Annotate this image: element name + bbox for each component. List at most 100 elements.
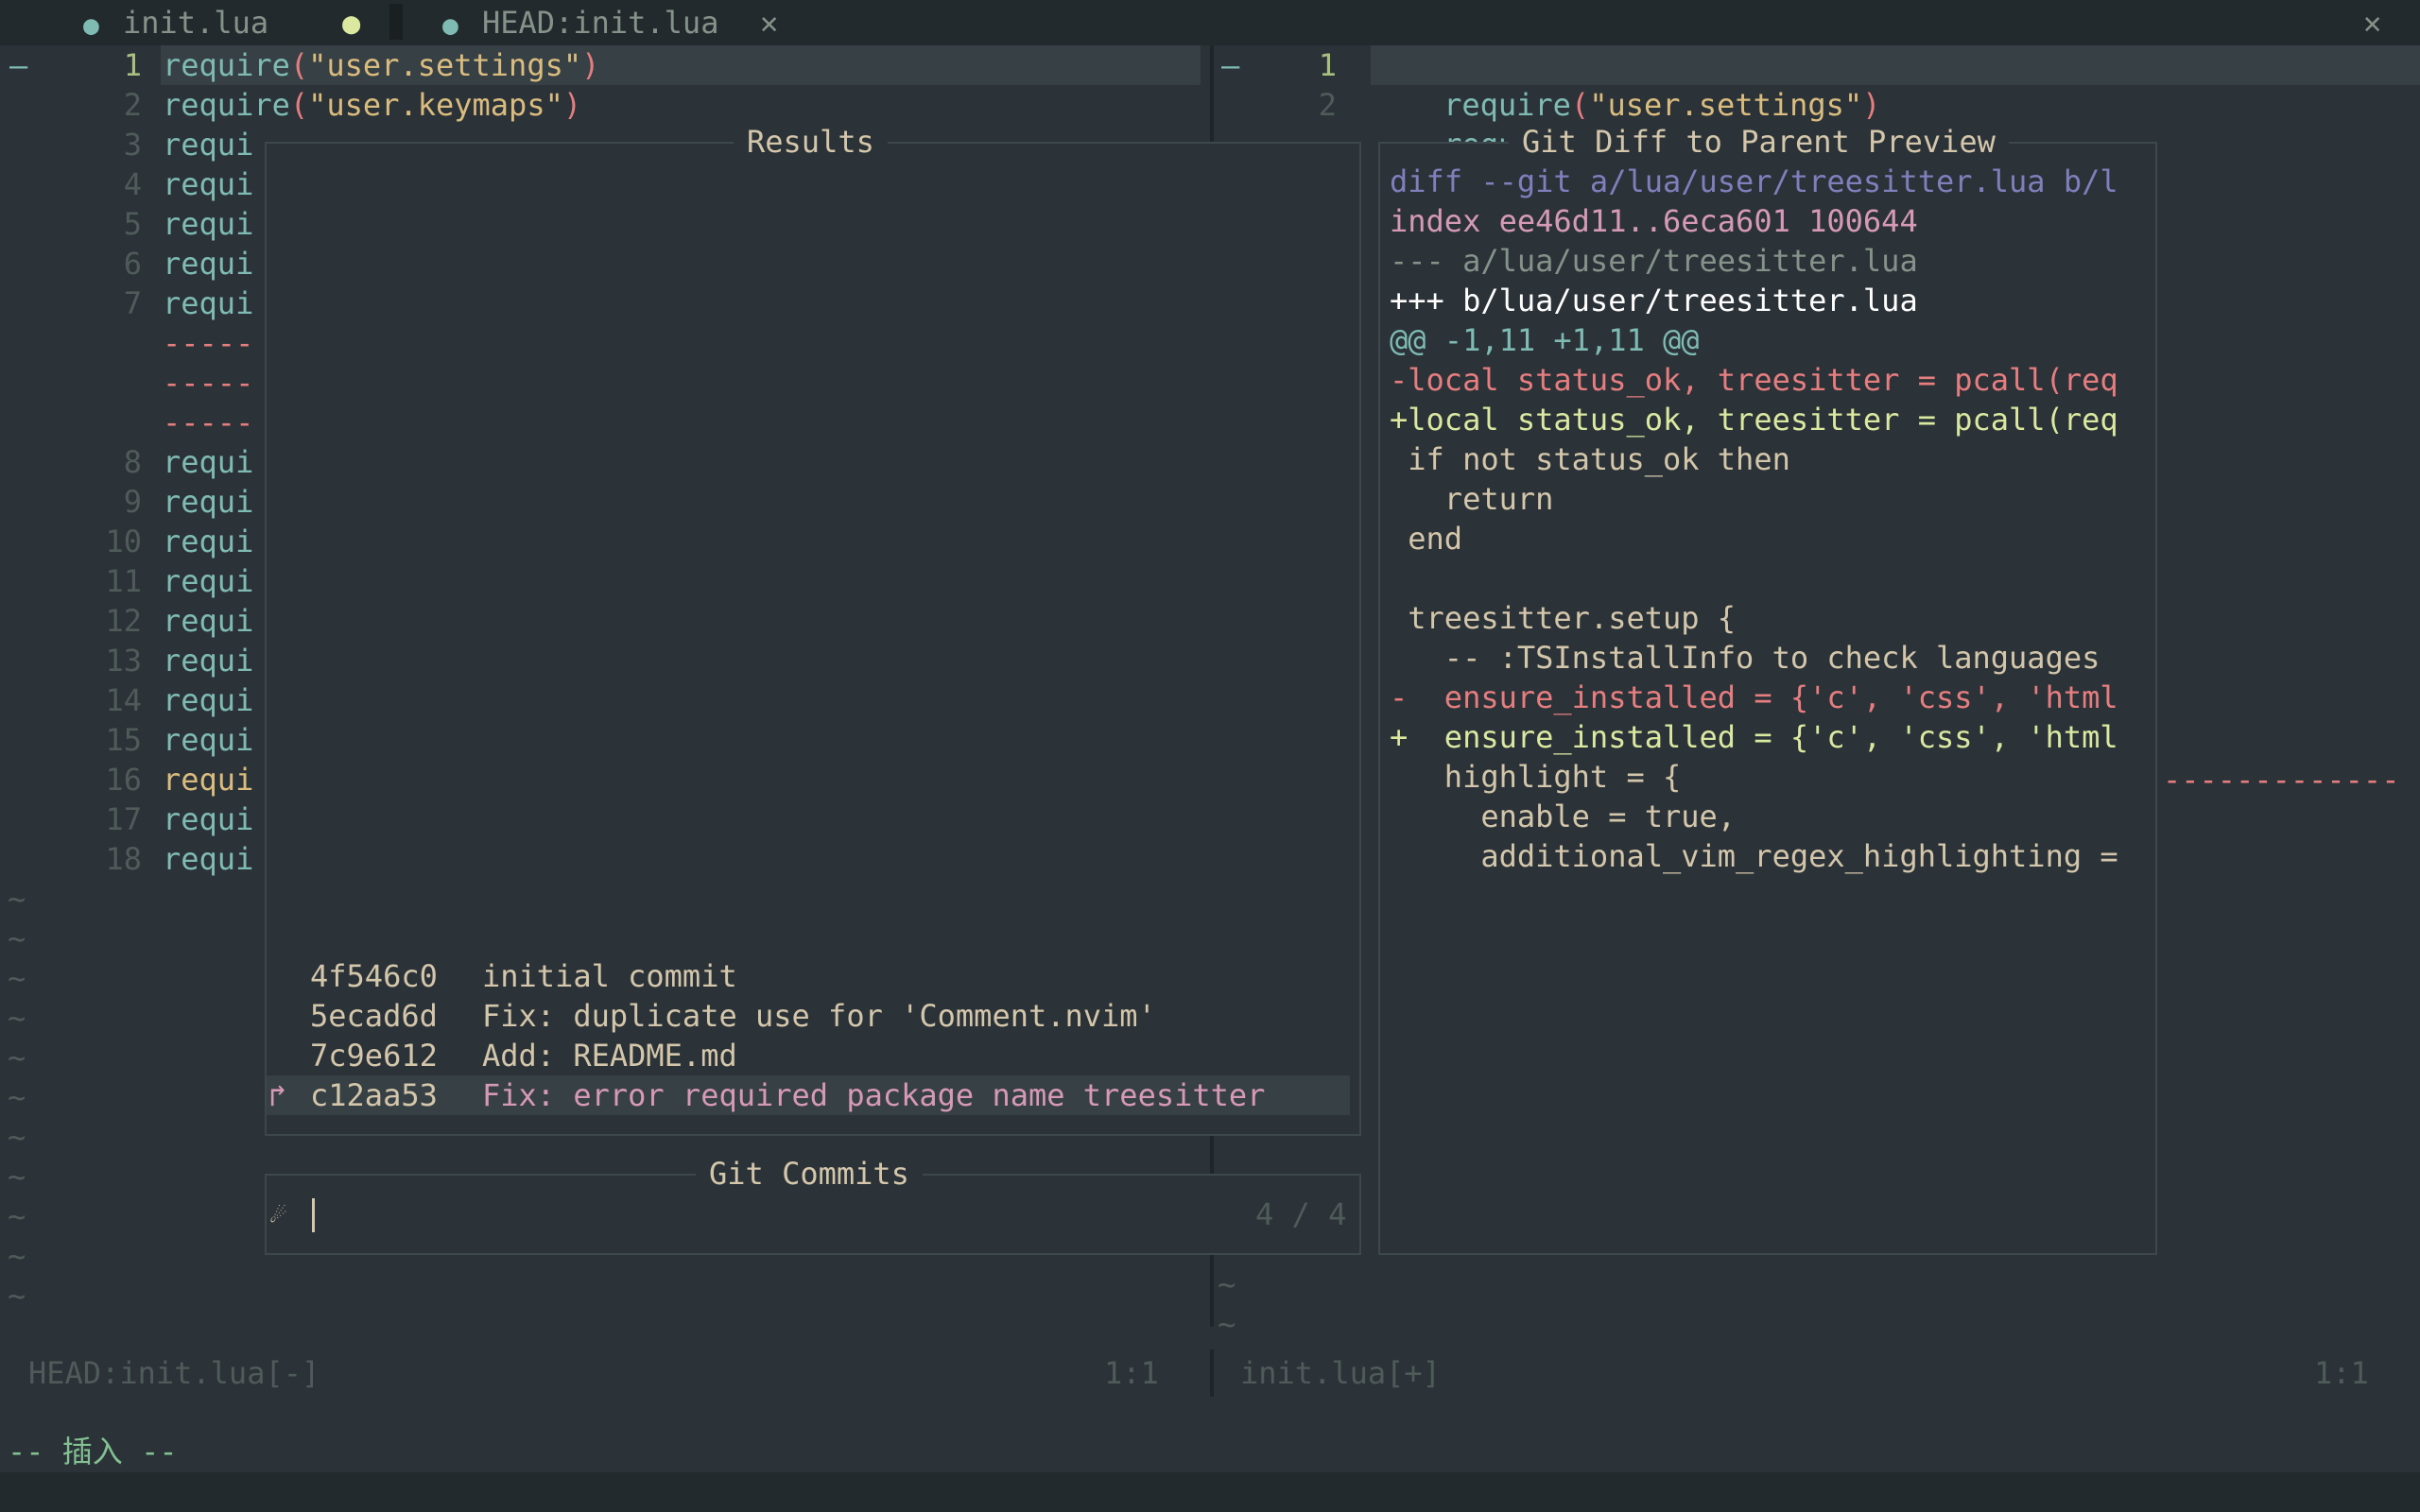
commit-hash: 4f546c0 bbox=[310, 958, 438, 994]
prompt-title: Git Commits bbox=[696, 1154, 923, 1194]
code-line: requi bbox=[163, 206, 254, 242]
line-number: 13 bbox=[105, 643, 142, 679]
diff-line: +local status_ok, treesitter = pcall(req bbox=[1390, 402, 2118, 438]
filler-line: ----- bbox=[163, 325, 254, 361]
filler-line: ----- bbox=[163, 365, 254, 401]
close-icon[interactable]: ✕ bbox=[760, 4, 778, 42]
left-statusline: HEAD:init.lua[-] 1:1 bbox=[0, 1349, 1210, 1397]
diff-line: enable = true, bbox=[1390, 799, 1737, 834]
line-number: 11 bbox=[105, 563, 142, 599]
diff-line: additional_vim_regex_highlighting = bbox=[1390, 838, 2118, 874]
code-line: requi bbox=[163, 801, 254, 837]
code-line: requi bbox=[163, 524, 254, 559]
line-number: 12 bbox=[105, 603, 142, 639]
commit-message: Add: README.md bbox=[482, 1038, 737, 1074]
eob-tilde: ~ bbox=[8, 1119, 26, 1155]
code-line: requi bbox=[163, 444, 254, 480]
statusline-position: 1:1 bbox=[2314, 1355, 2369, 1391]
line-number: 4 bbox=[123, 166, 142, 202]
results-title: Results bbox=[734, 122, 888, 162]
selection-caret-icon: ↱ bbox=[268, 1077, 287, 1113]
lua-icon: ● bbox=[83, 9, 99, 41]
commit-row[interactable]: 5ecad6d Fix: duplicate use for 'Comment.n… bbox=[267, 996, 1350, 1036]
line-number: 14 bbox=[105, 682, 142, 718]
eob-tilde: ~ bbox=[1218, 1306, 1236, 1342]
statusline-filename: init.lua[+] bbox=[1240, 1355, 1441, 1391]
search-input[interactable] bbox=[308, 1194, 1216, 1234]
statusline-filename: HEAD:init.lua[-] bbox=[28, 1355, 320, 1391]
diff-line: --- a/lua/user/treesitter.lua bbox=[1390, 243, 1918, 279]
code-line: requi bbox=[163, 682, 254, 718]
commit-hash: c12aa53 bbox=[310, 1077, 438, 1113]
code-line: require("user.settings") bbox=[163, 47, 600, 83]
bottom-bar bbox=[0, 1472, 2420, 1512]
eob-tilde: ~ bbox=[8, 881, 26, 917]
line-number: 6 bbox=[123, 246, 142, 282]
commit-row[interactable]: 7c9e612 Add: README.md bbox=[267, 1036, 1350, 1075]
diff-line: + ensure_installed = {'c', 'css', 'html bbox=[1390, 719, 2118, 755]
eob-tilde: ~ bbox=[8, 1040, 26, 1075]
line-number: 15 bbox=[105, 722, 142, 758]
telescope-icon: ☄ bbox=[270, 1198, 286, 1229]
diff-line: index ee46d11..6eca601 100644 bbox=[1390, 203, 1918, 239]
eob-tilde: ~ bbox=[8, 1238, 26, 1274]
code-line: requi bbox=[163, 563, 254, 599]
line-number: 8 bbox=[123, 444, 142, 480]
line-number: 2 bbox=[123, 87, 142, 123]
preview-title: Git Diff to Parent Preview bbox=[1509, 122, 2009, 162]
line-number: 2 bbox=[1318, 87, 1337, 123]
code-line: requi bbox=[163, 603, 254, 639]
fold-marker: – bbox=[9, 47, 28, 83]
diff-preview[interactable]: diff --git a/lua/user/treesitter.lua b/l… bbox=[1390, 162, 2146, 918]
line-number: 7 bbox=[123, 285, 142, 321]
code-line: requi bbox=[163, 841, 254, 877]
eob-tilde: ~ bbox=[8, 1079, 26, 1115]
diff-line: return bbox=[1390, 481, 1554, 517]
diff-line: @@ -1,11 +1,11 @@ bbox=[1390, 322, 1700, 358]
diff-line: +++ b/lua/user/treesitter.lua bbox=[1390, 283, 1918, 318]
commit-row[interactable]: 4f546c0 initial commit bbox=[267, 956, 1350, 996]
line-number: 1 bbox=[123, 47, 142, 83]
eob-tilde: ~ bbox=[8, 1000, 26, 1036]
diff-line: treesitter.setup { bbox=[1390, 600, 1737, 636]
fold-marker: – bbox=[1221, 47, 1240, 83]
tab-init-lua[interactable]: ● init.lua ● bbox=[66, 0, 388, 45]
diff-line: highlight = { bbox=[1390, 759, 1682, 795]
commit-hash: 7c9e612 bbox=[310, 1038, 438, 1074]
line-number: 18 bbox=[105, 841, 142, 877]
eob-tilde: ~ bbox=[8, 920, 26, 956]
code-line: requi bbox=[163, 722, 254, 758]
diff-line: -local status_ok, treesitter = pcall(req bbox=[1390, 362, 2118, 398]
eob-tilde: ~ bbox=[8, 1159, 26, 1194]
code-line: requi bbox=[163, 166, 254, 202]
line-number: 9 bbox=[123, 484, 142, 520]
line-number: 17 bbox=[105, 801, 142, 837]
line-number: 16 bbox=[105, 762, 142, 798]
code-line: requi bbox=[163, 762, 254, 798]
commit-message: Fix: duplicate use for 'Comment.nvim' bbox=[482, 998, 1156, 1034]
code-line: requi bbox=[163, 127, 254, 163]
tab-divider bbox=[389, 4, 403, 40]
modified-indicator: ● bbox=[342, 5, 361, 41]
eob-tilde: ~ bbox=[8, 960, 26, 996]
diff-line: -- :TSInstallInfo to check languages bbox=[1390, 640, 2100, 676]
eob-tilde: ~ bbox=[1218, 1266, 1236, 1302]
right-statusline: init.lua[+] 1:1 bbox=[1214, 1349, 2420, 1397]
diff-line: diff --git a/lua/user/treesitter.lua b/l bbox=[1390, 163, 2118, 199]
text-cursor bbox=[312, 1198, 315, 1232]
tab-label: HEAD:init.lua bbox=[482, 5, 719, 41]
diff-line: - ensure_installed = {'c', 'css', 'html bbox=[1390, 679, 2118, 715]
code-line: require("user.keymaps") bbox=[163, 87, 582, 123]
line-number: 5 bbox=[123, 206, 142, 242]
mode-indicator: -- 插入 -- bbox=[8, 1434, 178, 1469]
window-close-icon[interactable]: ✕ bbox=[2363, 4, 2381, 42]
lua-icon: ● bbox=[442, 9, 458, 41]
commit-list[interactable]: 4f546c0 initial commit 5ecad6d Fix: duplica… bbox=[267, 956, 1359, 1126]
commit-message: Fix: error required package name treesit… bbox=[482, 1077, 1266, 1113]
commit-row[interactable]: ↱ c12aa53 Fix: error required package name… bbox=[267, 1075, 1350, 1115]
line-number: 3 bbox=[123, 127, 142, 163]
result-counter: 4 / 4 bbox=[1255, 1196, 1347, 1232]
line-number: 10 bbox=[105, 524, 142, 559]
line-number: 1 bbox=[1318, 47, 1337, 83]
tab-head-init-lua[interactable]: ● HEAD:init.lua ✕ bbox=[408, 0, 796, 45]
